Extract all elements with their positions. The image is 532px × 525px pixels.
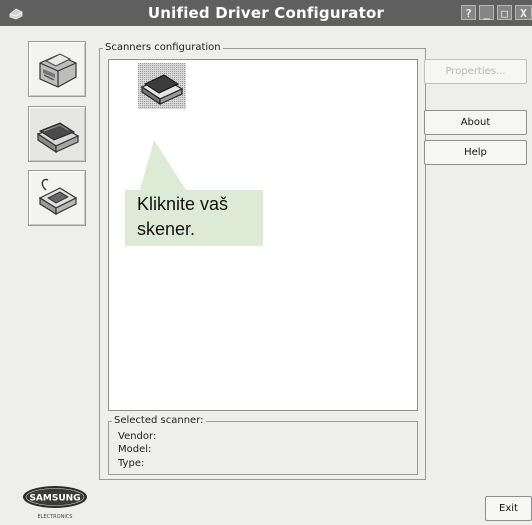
- selected-scanner-label: Selected scanner:: [112, 415, 206, 427]
- help-titlebar-button[interactable]: ?: [461, 5, 476, 20]
- unified-driver-configurator-window: Unified Driver Configurator ? _ □ X Scan…: [0, 0, 532, 525]
- window-title: Unified Driver Configurator: [147, 4, 385, 22]
- port-icon: [38, 178, 78, 216]
- logo-brand-text: SAMSUNG: [29, 494, 80, 504]
- callout-text: Kliknite vaš skener.: [137, 192, 261, 242]
- callout-line-1: Kliknite vaš: [137, 194, 229, 214]
- model-label: Model:: [118, 444, 152, 455]
- scanners-configuration-label: Scanners configuration: [103, 42, 223, 54]
- sidebar-item-ports[interactable]: [28, 170, 86, 226]
- callout-line-2: skener.: [137, 219, 196, 239]
- exit-button[interactable]: Exit: [485, 496, 532, 521]
- type-label: Type:: [118, 458, 145, 469]
- samsung-logo: SAMSUNG ELECTRONICS: [23, 486, 87, 520]
- maximize-button[interactable]: □: [497, 5, 512, 20]
- title-bar: Unified Driver Configurator ? _ □ X: [0, 0, 532, 26]
- flatbed-scanner-icon[interactable]: [138, 63, 186, 109]
- printer-icon: [39, 53, 77, 88]
- properties-button[interactable]: Properties...: [424, 59, 527, 84]
- vendor-label: Vendor:: [118, 431, 157, 442]
- sidebar-item-scanners[interactable]: [28, 106, 86, 162]
- callout-pointer: [140, 140, 186, 190]
- about-button[interactable]: About: [424, 110, 527, 135]
- scanner-icon: [36, 122, 80, 154]
- minimize-button[interactable]: _: [479, 5, 494, 20]
- help-button[interactable]: Help: [424, 140, 527, 165]
- sidebar-item-printers[interactable]: [28, 41, 86, 97]
- instruction-callout: Kliknite vaš skener.: [125, 190, 263, 246]
- logo-sub-text: ELECTRONICS: [38, 514, 73, 520]
- selected-scanner-group: [108, 421, 418, 475]
- close-button[interactable]: X: [515, 5, 532, 20]
